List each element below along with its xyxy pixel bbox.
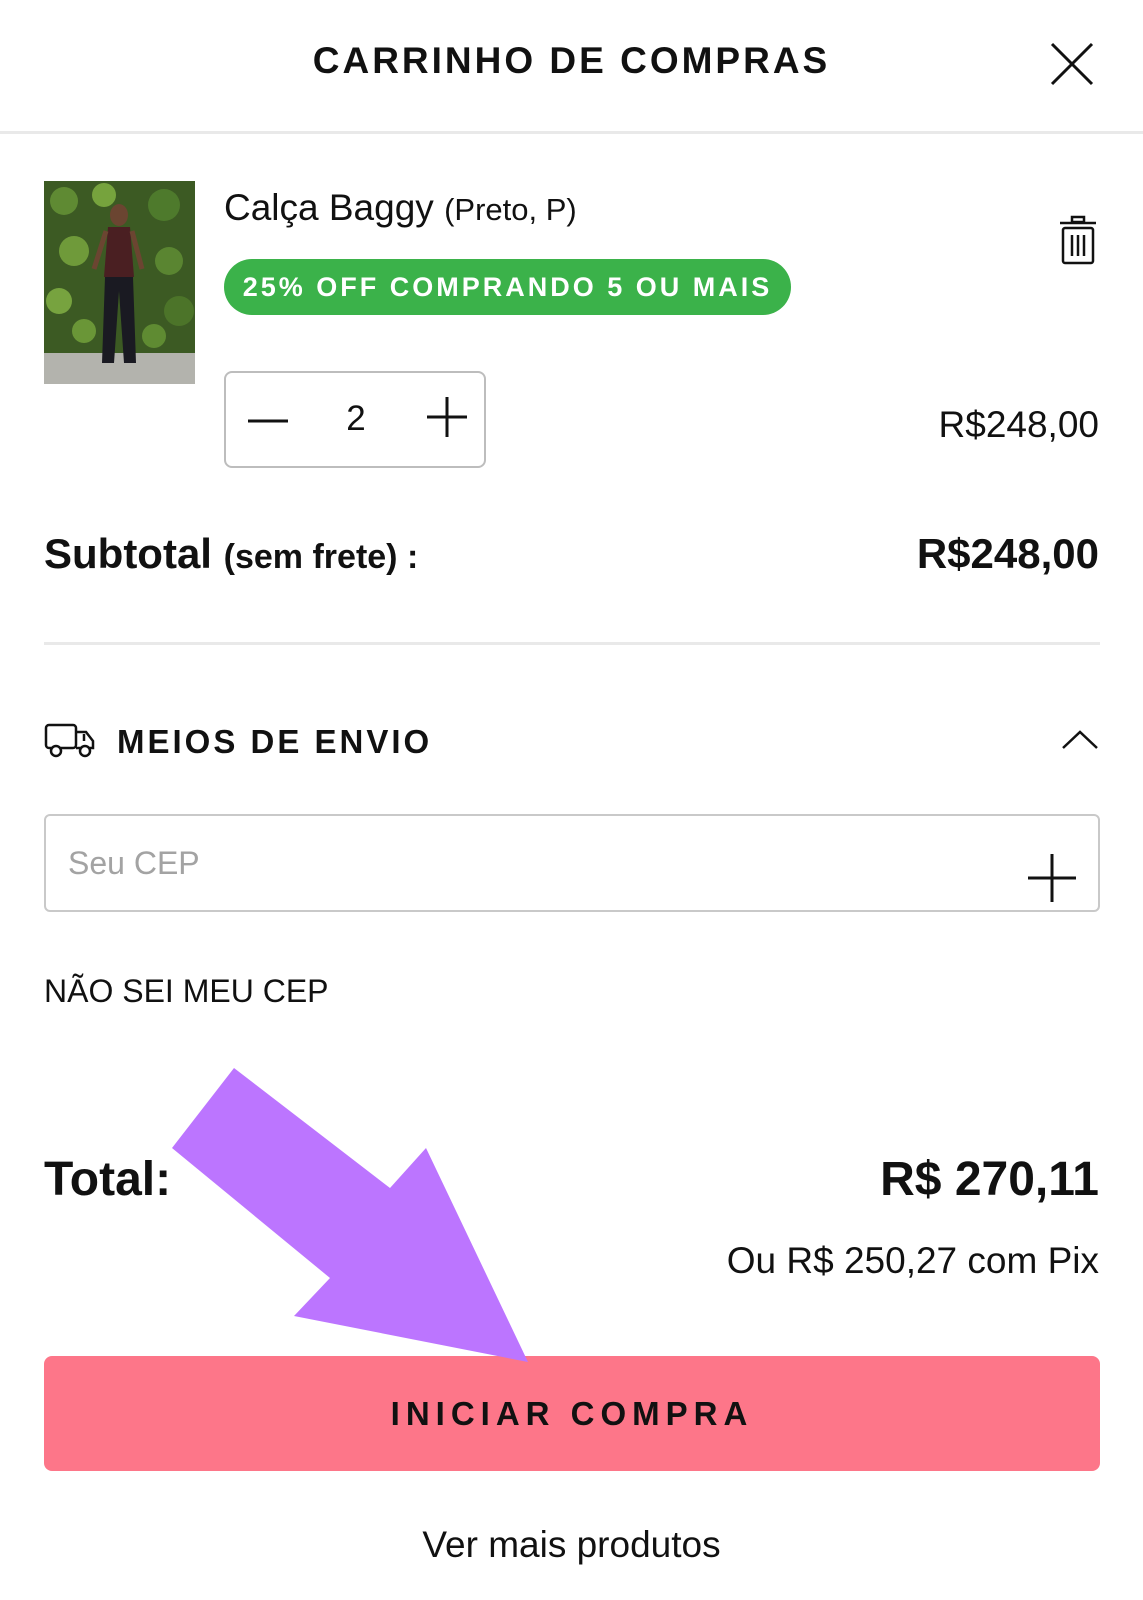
- total-value: R$ 270,11: [880, 1153, 1099, 1206]
- close-icon[interactable]: [1046, 38, 1098, 90]
- product-name[interactable]: Calça Baggy (Preto, P): [224, 187, 577, 229]
- cep-field: [44, 814, 1100, 912]
- item-price: R$248,00: [938, 404, 1099, 445]
- pix-price: Ou R$ 250,27 com Pix: [726, 1240, 1099, 1281]
- cart-title: CARRINHO DE COMPRAS: [312, 40, 831, 81]
- quantity-stepper: 2: [224, 371, 486, 468]
- subtotal-sublabel: (sem frete) :: [223, 538, 419, 576]
- product-name-text: Calça Baggy: [224, 187, 434, 228]
- more-products-link[interactable]: Ver mais produtos: [0, 1524, 1143, 1566]
- checkout-button[interactable]: INICIAR COMPRA: [44, 1356, 1100, 1471]
- shipping-title[interactable]: MEIOS DE ENVIO: [117, 723, 432, 761]
- cep-input[interactable]: [68, 816, 968, 910]
- product-image[interactable]: [44, 181, 195, 384]
- total-label: Total:: [44, 1153, 172, 1206]
- plus-icon[interactable]: [423, 393, 471, 441]
- subtotal-value: R$248,00: [916, 530, 1099, 577]
- cart-header: CARRINHO DE COMPRAS: [0, 0, 1143, 134]
- no-cep-link[interactable]: NÃO SEI MEU CEP: [44, 973, 329, 1010]
- promo-badge: 25% OFF COMPRANDO 5 OU MAIS: [224, 259, 791, 315]
- product-variant: (Preto, P): [444, 192, 577, 227]
- minus-icon[interactable]: [244, 397, 292, 445]
- trash-icon[interactable]: [1058, 215, 1098, 265]
- subtotal-label: Subtotal (sem frete) :: [44, 530, 418, 578]
- plus-icon[interactable]: [1026, 852, 1078, 904]
- chevron-up-icon[interactable]: [1060, 728, 1100, 752]
- quantity-value[interactable]: 2: [326, 399, 386, 439]
- truck-icon: [44, 722, 96, 758]
- divider: [44, 642, 1100, 645]
- subtotal-label-text: Subtotal: [44, 530, 212, 577]
